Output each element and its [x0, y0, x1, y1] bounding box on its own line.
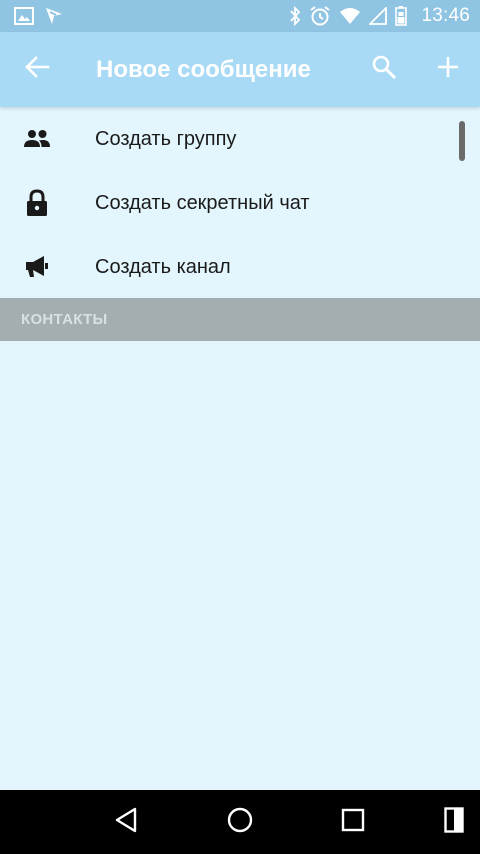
nav-back-icon: [115, 807, 139, 838]
nav-extra-button[interactable]: [424, 790, 480, 854]
back-button[interactable]: [9, 32, 65, 107]
nav-home-icon: [226, 806, 254, 839]
status-right: 13:46: [289, 5, 470, 27]
status-left: [14, 5, 64, 27]
nav-recents-button[interactable]: [323, 790, 383, 854]
group-icon: [22, 124, 52, 154]
app-bar: Новое сообщение: [0, 32, 480, 107]
signal-icon: [369, 5, 388, 27]
wifi-icon: [339, 5, 361, 27]
bluetooth-icon: [289, 5, 301, 27]
create-secret-chat-label: Создать секретный чат: [95, 191, 310, 214]
create-channel-label: Создать канал: [95, 255, 231, 278]
nav-home-button[interactable]: [210, 790, 270, 854]
plus-icon: [437, 56, 459, 83]
megaphone-icon: [22, 252, 52, 282]
create-channel-item[interactable]: Создать канал: [0, 235, 480, 299]
create-group-label: Создать группу: [95, 127, 237, 150]
contacts-header-label: КОНТАКТЫ: [21, 311, 108, 328]
back-arrow-icon: [24, 55, 50, 84]
page-title: Новое сообщение: [96, 56, 311, 83]
nav-bar: [0, 790, 480, 854]
app-notification-icon: [44, 5, 64, 27]
battery-icon: [395, 5, 408, 27]
menu-list: Создать группу Создать секретный чат Соз…: [0, 107, 480, 299]
search-icon: [371, 54, 397, 85]
nav-back-button[interactable]: [97, 790, 157, 854]
scrollbar-thumb[interactable]: [459, 121, 465, 161]
add-button[interactable]: [420, 32, 476, 107]
contacts-section-header: КОНТАКТЫ: [0, 298, 480, 341]
nav-recents-icon: [341, 808, 365, 837]
nav-extra-icon: [444, 806, 464, 838]
screen: 13:46 Новое сообщение Создать группу Соз…: [0, 0, 480, 854]
status-bar: 13:46: [0, 0, 480, 32]
create-group-item[interactable]: Создать группу: [0, 107, 480, 171]
search-button[interactable]: [356, 32, 412, 107]
create-secret-chat-item[interactable]: Создать секретный чат: [0, 171, 480, 235]
status-time: 13:46: [421, 5, 470, 26]
alarm-icon: [309, 5, 331, 27]
image-icon: [14, 5, 34, 27]
lock-icon: [22, 188, 52, 218]
